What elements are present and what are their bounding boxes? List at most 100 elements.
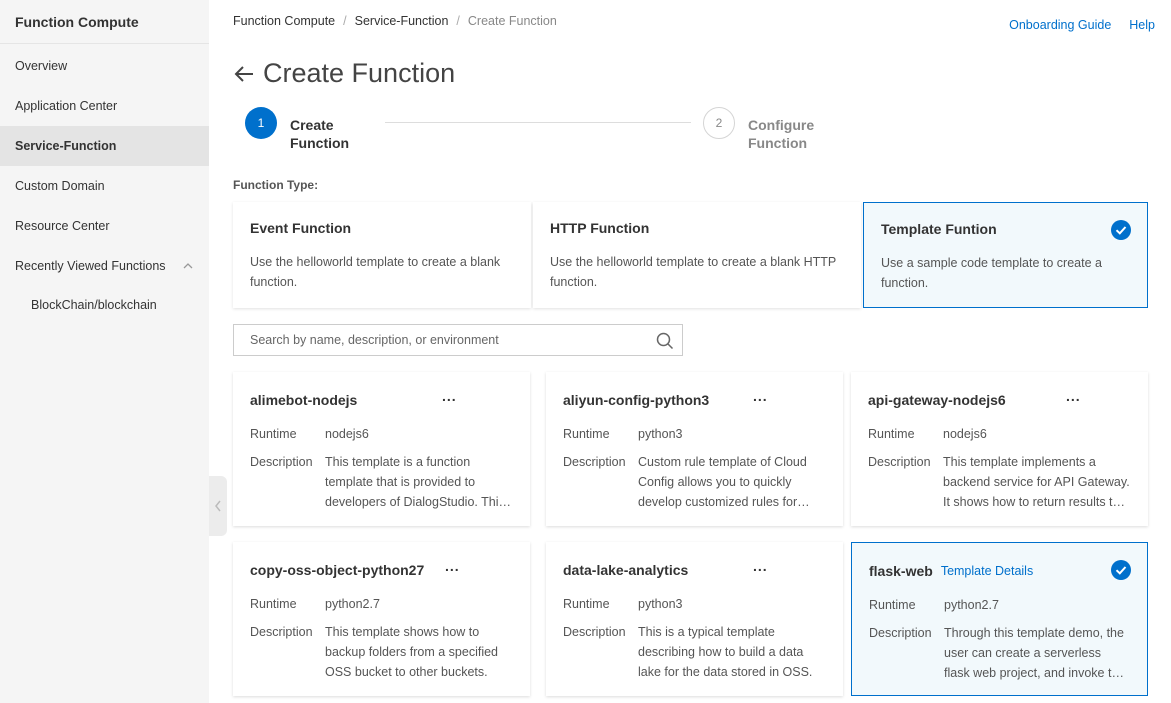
- back-arrow-icon[interactable]: [233, 64, 255, 84]
- step-2-number: 2: [703, 107, 735, 139]
- step-1: 1 Create Function: [245, 107, 370, 152]
- function-type-desc: Use the helloworld template to create a …: [250, 255, 501, 289]
- function-type-title: Event Function: [250, 220, 352, 236]
- runtime-value: python2.7: [325, 597, 380, 611]
- help-link[interactable]: Help: [1129, 18, 1155, 32]
- runtime-value: python2.7: [944, 598, 999, 612]
- runtime-label: Runtime: [563, 597, 610, 611]
- sidebar-recent-blockchain[interactable]: BlockChain/blockchain: [0, 286, 209, 324]
- template-card-header: copy-oss-object-python27: [250, 560, 513, 580]
- template-card[interactable]: data-lake-analytics ... Runtime python3 …: [546, 542, 843, 696]
- function-type-title: Template Funtion: [881, 221, 997, 237]
- chevron-up-icon[interactable]: [183, 261, 193, 271]
- check-circle-icon: [1111, 220, 1131, 240]
- function-type-http[interactable]: HTTP Function Use the helloworld templat…: [533, 202, 861, 308]
- more-menu-button[interactable]: ...: [753, 558, 768, 574]
- template-name: copy-oss-object-python27: [250, 562, 425, 578]
- check-circle-icon: [1111, 560, 1131, 580]
- description-label: Description: [250, 455, 313, 469]
- search-input[interactable]: [250, 333, 640, 347]
- app-root: Function Compute Overview Application Ce…: [0, 0, 1171, 703]
- template-runtime-row: Runtime nodejs6: [250, 424, 513, 444]
- main-content: Function Compute / Service-Function / Cr…: [209, 0, 1171, 703]
- template-description-row: Description This is a typical template d…: [563, 622, 826, 682]
- template-description-row: Description This template shows how to b…: [250, 622, 513, 682]
- runtime-label: Runtime: [250, 427, 297, 441]
- more-menu-button[interactable]: ...: [442, 388, 457, 404]
- breadcrumb-separator: /: [456, 14, 460, 28]
- template-description-row: Description This template implements a b…: [868, 452, 1131, 512]
- step-connector: [385, 122, 691, 123]
- template-card-header: alimebot-nodejs: [250, 390, 513, 410]
- template-search: [233, 324, 683, 356]
- template-runtime-row: Runtime python3: [563, 424, 826, 444]
- breadcrumb: Function Compute / Service-Function / Cr…: [233, 14, 557, 28]
- template-card-selected[interactable]: flask-web Template Details Runtime pytho…: [851, 542, 1148, 696]
- breadcrumb-service-function[interactable]: Service-Function: [355, 14, 449, 28]
- description-label: Description: [868, 455, 931, 469]
- breadcrumb-current: Create Function: [467, 14, 557, 28]
- template-card-header: api-gateway-nodejs6: [868, 390, 1131, 410]
- template-description-row: Description Through this template demo, …: [869, 623, 1130, 683]
- description-value: This is a typical template describing ho…: [638, 625, 813, 679]
- description-label: Description: [250, 625, 313, 639]
- sidebar-item-application-center[interactable]: Application Center: [0, 86, 209, 126]
- more-menu-button[interactable]: ...: [445, 558, 460, 574]
- page-title: Create Function: [233, 58, 455, 89]
- onboarding-guide-link[interactable]: Onboarding Guide: [1009, 18, 1111, 32]
- runtime-label: Runtime: [868, 427, 915, 441]
- breadcrumb-function-compute[interactable]: Function Compute: [233, 14, 335, 28]
- header-links: Onboarding Guide Help: [1009, 18, 1155, 32]
- template-card[interactable]: api-gateway-nodejs6 ... Runtime nodejs6 …: [851, 372, 1148, 526]
- step-2-label: Configure Function: [748, 117, 815, 151]
- description-label: Description: [563, 625, 626, 639]
- function-type-desc: Use a sample code template to create a f…: [881, 256, 1102, 290]
- sidebar-item-overview[interactable]: Overview: [0, 46, 209, 86]
- template-description-row: Description This template is a function …: [250, 452, 513, 512]
- template-name: alimebot-nodejs: [250, 392, 358, 408]
- description-value: This template implements a backend servi…: [943, 455, 1130, 509]
- template-card-header: flask-web Template Details: [869, 561, 1130, 581]
- template-runtime-row: Runtime python2.7: [869, 595, 1130, 615]
- sidebar-item-recently-viewed[interactable]: Recently Viewed Functions: [0, 246, 209, 286]
- description-value: This template shows how to backup folder…: [325, 625, 499, 679]
- sidebar-item-service-function[interactable]: Service-Function: [0, 126, 209, 166]
- more-menu-button[interactable]: ...: [1066, 388, 1081, 404]
- template-card-header: aliyun-config-python3: [563, 390, 826, 410]
- template-runtime-row: Runtime nodejs6: [868, 424, 1131, 444]
- template-name: flask-web: [869, 563, 933, 579]
- runtime-value: nodejs6: [325, 427, 369, 441]
- runtime-label: Runtime: [563, 427, 610, 441]
- template-runtime-row: Runtime python2.7: [250, 594, 513, 614]
- template-name: data-lake-analytics: [563, 562, 689, 578]
- runtime-label: Runtime: [250, 597, 297, 611]
- function-type-desc: Use the helloworld template to create a …: [550, 255, 837, 289]
- runtime-value: nodejs6: [943, 427, 987, 441]
- runtime-value: python3: [638, 427, 683, 441]
- sidebar-title: Function Compute: [0, 0, 209, 44]
- template-details-link[interactable]: Template Details: [941, 564, 1033, 578]
- template-card[interactable]: alimebot-nodejs ... Runtime nodejs6 Desc…: [233, 372, 530, 526]
- template-runtime-row: Runtime python3: [563, 594, 826, 614]
- runtime-label: Runtime: [869, 598, 916, 612]
- template-card[interactable]: copy-oss-object-python27 ... Runtime pyt…: [233, 542, 530, 696]
- template-name: api-gateway-nodejs6: [868, 392, 1006, 408]
- function-type-label: Function Type:: [233, 178, 319, 192]
- page-title-text: Create Function: [263, 58, 456, 88]
- sidebar-item-resource-center[interactable]: Resource Center: [0, 206, 209, 246]
- description-value: Custom rule template of Cloud Config all…: [638, 455, 807, 509]
- template-description-row: Description Custom rule template of Clou…: [563, 452, 826, 512]
- search-icon[interactable]: [656, 332, 674, 350]
- description-label: Description: [869, 626, 932, 640]
- description-value: This template is a function template tha…: [325, 455, 505, 509]
- function-type-event[interactable]: Event Function Use the helloworld templa…: [233, 202, 531, 308]
- function-type-template[interactable]: Template Funtion Use a sample code templ…: [863, 202, 1148, 308]
- step-1-label: Create Function: [290, 117, 350, 151]
- description-label: Description: [563, 455, 626, 469]
- more-menu-button[interactable]: ...: [753, 388, 768, 404]
- description-value: Through this template demo, the user can…: [944, 626, 1126, 680]
- template-card[interactable]: aliyun-config-python3 ... Runtime python…: [546, 372, 843, 526]
- sidebar-item-custom-domain[interactable]: Custom Domain: [0, 166, 209, 206]
- template-name: aliyun-config-python3: [563, 392, 710, 408]
- sidebar: Function Compute Overview Application Ce…: [0, 0, 209, 703]
